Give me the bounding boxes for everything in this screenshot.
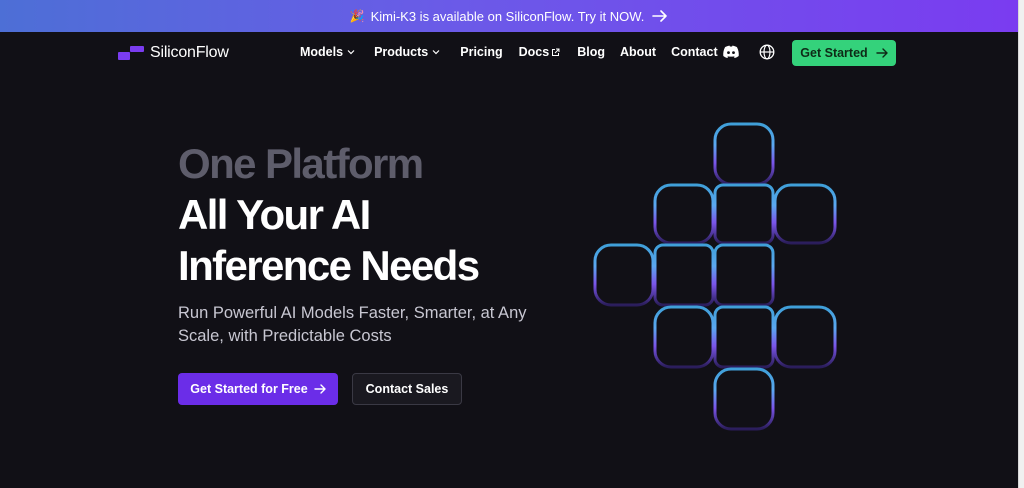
- get-started-free-button[interactable]: Get Started for Free: [178, 373, 338, 405]
- nav-links: Models Products Pricing Docs Blog About …: [300, 45, 718, 59]
- page: 🎉 Kimi-K3 is available on SiliconFlow. T…: [0, 0, 1024, 488]
- nav-blog-label: Blog: [577, 45, 605, 59]
- announcement-banner[interactable]: 🎉 Kimi-K3 is available on SiliconFlow. T…: [0, 0, 1018, 32]
- hero-title-line-1: One Platform: [178, 140, 424, 187]
- nav-models[interactable]: Models: [300, 45, 355, 59]
- hero-subtitle: Run Powerful AI Models Faster, Smarter, …: [178, 304, 527, 345]
- nav-docs[interactable]: Docs: [519, 45, 561, 59]
- banner-text[interactable]: Kimi-K3 is available on SiliconFlow. Try…: [371, 9, 645, 24]
- nav-pricing-label: Pricing: [460, 45, 503, 59]
- discord-icon[interactable]: [722, 44, 740, 60]
- nav-products-label: Products: [374, 45, 429, 59]
- top-navbar: SiliconFlow Models Products Pricing Docs: [0, 32, 1018, 74]
- globe-icon[interactable]: [759, 44, 775, 60]
- nav-pricing[interactable]: Pricing: [460, 45, 502, 59]
- contact-sales-label: Contact Sales: [365, 382, 449, 396]
- hero-grid-graphic: [593, 122, 837, 431]
- nav-contact[interactable]: Contact: [671, 45, 718, 59]
- get-started-nav-label: Get Started: [800, 46, 868, 60]
- contact-sales-button[interactable]: Contact Sales: [352, 373, 462, 405]
- get-started-nav-button[interactable]: Get Started: [792, 40, 896, 66]
- get-started-free-label: Get Started for Free: [190, 382, 308, 396]
- logo[interactable]: SiliconFlow: [118, 44, 229, 62]
- logo-text: SiliconFlow: [150, 44, 229, 61]
- external-link-icon: [551, 48, 560, 57]
- logo-mark-icon: [118, 46, 144, 60]
- nav-blog[interactable]: Blog: [577, 45, 605, 59]
- party-popper-icon: 🎉: [349, 9, 365, 23]
- arrow-right-icon: [313, 384, 326, 394]
- nav-about-label: About: [619, 45, 657, 59]
- hero-title-line-2: All Your AI: [178, 191, 371, 238]
- nav-docs-label: Docs: [518, 45, 550, 59]
- hero-title-line-3: Inference Needs: [178, 242, 480, 289]
- nav-products[interactable]: Products: [374, 45, 440, 59]
- arrow-right-icon[interactable]: [652, 10, 668, 22]
- chevron-down-icon: [432, 49, 440, 55]
- page-scrollbar[interactable]: [1018, 0, 1024, 488]
- nav-models-label: Models: [300, 45, 344, 59]
- arrow-right-icon: [875, 48, 888, 58]
- chevron-down-icon: [347, 49, 355, 55]
- nav-contact-label: Contact: [671, 45, 718, 59]
- nav-about[interactable]: About: [620, 45, 656, 59]
